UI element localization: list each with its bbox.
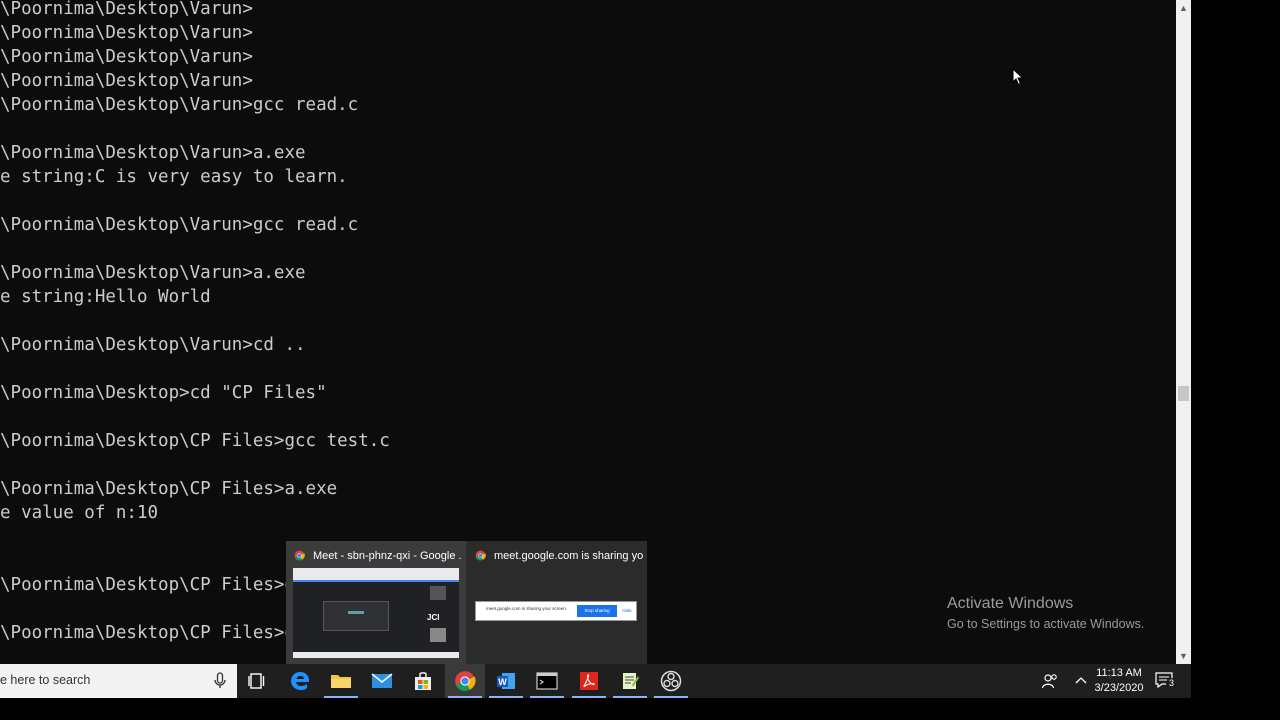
preview-browser-bar: [293, 568, 459, 580]
file-explorer-taskbar-button[interactable]: [321, 664, 361, 698]
preview-bottom-bar: [293, 652, 459, 658]
thumbnail-title: meet.google.com is sharing you...: [475, 548, 643, 564]
console-line: \Poornima\Desktop\Varun>gcc read.c: [0, 95, 359, 115]
chrome-icon: [294, 550, 305, 561]
console-line: \Poornima\Desktop\Varun>cd ..: [0, 335, 306, 355]
search-box[interactable]: e here to search: [0, 664, 237, 698]
console-line: \Poornima\Desktop\Varun>a.exe: [0, 143, 306, 163]
clock-time: 11:13 AM: [1096, 667, 1142, 679]
acrobat-icon: [580, 672, 598, 690]
thumbnail-meet-tab[interactable]: Meet - sbn-phnz-qxi - Google ... JCI: [286, 541, 466, 664]
acrobat-taskbar-button[interactable]: [569, 664, 609, 698]
console-line: \Poornima\Desktop\Varun>: [0, 71, 253, 91]
obs-taskbar-button[interactable]: [651, 664, 691, 698]
notification-count-badge: 3: [1166, 678, 1177, 689]
store-icon: [415, 672, 431, 690]
console-line: \Poornima\Desktop\Varun>: [0, 0, 253, 19]
task-view-button[interactable]: [237, 664, 277, 698]
obs-icon: [660, 670, 682, 692]
activate-title: Activate Windows: [947, 595, 1074, 612]
notepad-plus-plus-taskbar-button[interactable]: [610, 664, 650, 698]
action-center-button[interactable]: 3: [1155, 671, 1177, 691]
preview-stop-sharing-button: Stop sharing: [577, 605, 617, 617]
console-line: \Poornima\Desktop\Varun>gcc read.c: [0, 215, 359, 235]
thumbnail-title-text: meet.google.com is sharing you...: [494, 550, 643, 562]
taskbar-thumbnail-popup: Meet - sbn-phnz-qxi - Google ... JCI mee…: [286, 541, 647, 664]
activate-windows-watermark: Activate Windows Go to Settings to activ…: [947, 594, 1144, 633]
taskbar: e here to search W 11:13 AM 3/23/2020 3: [0, 664, 1191, 698]
preview-hide-button: Hide: [622, 608, 632, 613]
sharing-bar-preview: meet.google.com is sharing your screen. …: [475, 601, 637, 621]
screen-border: [0, 698, 1280, 720]
console-line: \Poornima\Desktop\Varun>a.exe: [0, 263, 306, 283]
chrome-icon: [455, 671, 476, 691]
vertical-scrollbar[interactable]: ▲ ▼: [1176, 0, 1191, 664]
screen-border: [1191, 0, 1280, 720]
clock[interactable]: 11:13 AM 3/23/2020: [1093, 666, 1145, 696]
terminal-taskbar-button[interactable]: [527, 664, 567, 698]
console-line: e value of n:10: [0, 503, 159, 523]
preview-tab-strip: [293, 580, 459, 582]
console-line: \Poornima\Desktop\Varun>: [0, 47, 253, 67]
svg-text:W: W: [498, 677, 507, 687]
chrome-taskbar-button[interactable]: [445, 664, 485, 698]
preview-screen-share: [323, 601, 389, 631]
word-icon: W: [497, 673, 515, 689]
store-taskbar-button[interactable]: [403, 664, 443, 698]
scroll-down-icon[interactable]: ▼: [1176, 648, 1191, 664]
preview-participant-badge: JCI: [427, 613, 440, 622]
preview-sharing-text: meet.google.com is sharing your screen.: [486, 606, 568, 611]
mouse-pointer-icon: [1012, 68, 1024, 86]
thumbnail-sharing-bar[interactable]: meet.google.com is sharing you... meet.g…: [467, 541, 647, 664]
activate-subtitle: Go to Settings to activate Windows.: [947, 617, 1145, 631]
console-line: e string:Hello World: [0, 287, 211, 307]
folder-icon: [331, 675, 351, 688]
edge-taskbar-button[interactable]: [280, 664, 320, 698]
mail-taskbar-button[interactable]: [362, 664, 402, 698]
edge-icon: [291, 672, 310, 690]
microphone-icon[interactable]: [213, 672, 227, 690]
chevron-up-icon[interactable]: [1073, 673, 1089, 689]
meet-preview-image: JCI: [293, 568, 459, 658]
console-line: \Poornima\Desktop>cd "CP Files": [0, 383, 327, 403]
chrome-icon: [475, 550, 486, 561]
people-icon[interactable]: [1041, 672, 1059, 690]
mail-icon: [371, 673, 393, 688]
clock-date: 3/23/2020: [1094, 682, 1144, 694]
console-line: \Poornima\Desktop\CP Files>a.exe: [0, 479, 338, 499]
preview-participant: [430, 586, 446, 600]
console-line: \Poornima\Desktop\Varun>: [0, 23, 253, 43]
terminal-icon: [536, 672, 558, 690]
thumbnail-title-text: Meet - sbn-phnz-qxi - Google ...: [313, 550, 462, 562]
console-line: e string:C is very easy to learn.: [0, 167, 348, 187]
search-input[interactable]: e here to search: [0, 673, 90, 687]
preview-participant: [430, 628, 446, 642]
thumbnail-title: Meet - sbn-phnz-qxi - Google ...: [294, 548, 462, 564]
notepad-plus-plus-icon: [623, 673, 639, 689]
scroll-thumb[interactable]: [1178, 386, 1189, 401]
task-view-icon: [248, 673, 265, 689]
word-taskbar-button[interactable]: W: [486, 664, 526, 698]
console-line: \Poornima\Desktop\CP Files>gcc test.c: [0, 431, 390, 451]
scroll-up-icon[interactable]: ▲: [1176, 0, 1191, 16]
